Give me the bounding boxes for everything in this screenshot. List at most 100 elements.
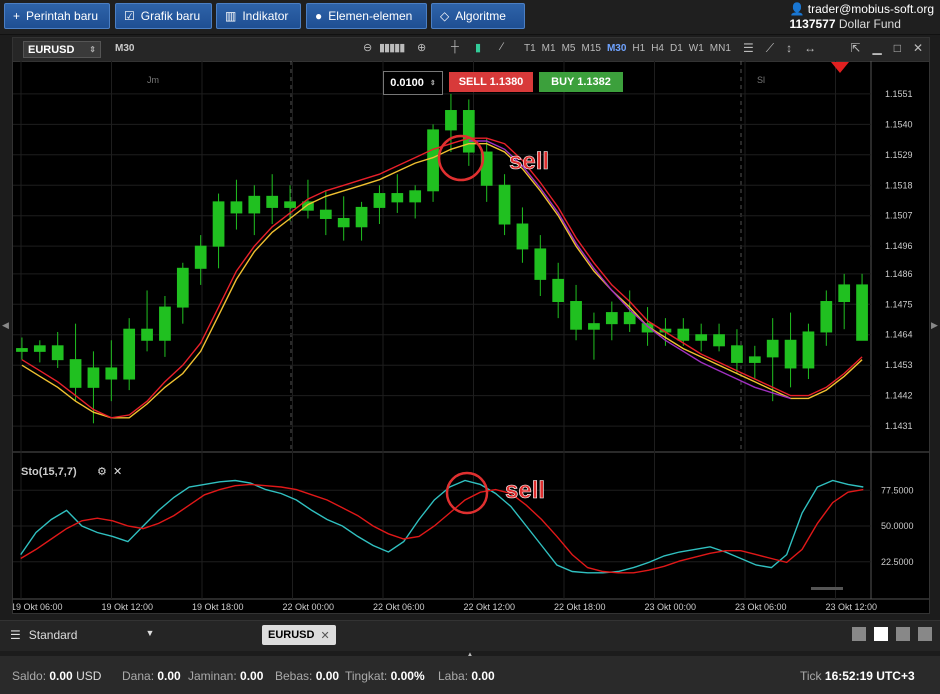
indicator-close-icon[interactable]: ✕ (113, 465, 122, 478)
layout-selector[interactable]: ☰ Standard ▼ (10, 628, 154, 642)
tf-h1[interactable]: H1 (632, 43, 645, 54)
trendline-icon[interactable]: ⟋ (766, 41, 774, 56)
bar-chart-icon[interactable]: ┼ (451, 41, 459, 53)
price-tick-label: 1.1453 (885, 360, 913, 370)
time-tick-label: 23 Okt 12:00 (826, 602, 878, 612)
horizontal-line-icon[interactable]: ↔ (804, 41, 816, 56)
workspace-bar: ☰ Standard ▼ EURUSD ✕ (0, 620, 940, 651)
candle-body (194, 245, 207, 269)
chart-window: EURUSD ⇕ M30 ⊖ ▮▮▮▮▮ ⊕ ┼ ▮ ∕ T1 M1 M5 M15… (12, 37, 930, 614)
horizontal-layout-icon[interactable] (918, 627, 932, 641)
candle-body (141, 328, 153, 341)
candle-body (677, 328, 690, 341)
bebas-label: Bebas: (275, 669, 313, 683)
chart-toolbar: EURUSD ⇕ M30 ⊖ ▮▮▮▮▮ ⊕ ┼ ▮ ∕ T1 M1 M5 M15… (13, 38, 929, 62)
tingkat-value: 0.00% (390, 669, 425, 683)
price-tick-label: 1.1507 (885, 211, 913, 221)
candle-body (820, 301, 833, 333)
osc-tick-label: 50.0000 (881, 521, 914, 531)
candle-body (552, 278, 565, 303)
candle-body (230, 201, 243, 214)
tf-m5[interactable]: M5 (562, 43, 576, 54)
candle-body (284, 201, 296, 208)
tf-m30[interactable]: M30 (607, 43, 626, 54)
bebas-value: 0.00 (315, 669, 340, 683)
utc-offset[interactable]: UTC+3 (876, 669, 914, 683)
candle-body (623, 312, 636, 325)
candle-body (176, 267, 189, 308)
tf-h4[interactable]: H4 (651, 43, 664, 54)
scroll-thumb[interactable] (811, 587, 843, 590)
tick-label: Tick (800, 669, 822, 683)
time-tick-label: 19 Okt 12:00 (102, 602, 154, 612)
account-fund: Dollar Fund (838, 17, 901, 31)
tf-m15[interactable]: M15 (581, 43, 600, 54)
sell-button[interactable]: SELL 1.1380 (449, 72, 533, 92)
time-tick-label: 23 Okt 06:00 (735, 602, 787, 612)
candle-body (641, 323, 654, 333)
new-order-button[interactable]: + Perintah baru (4, 3, 110, 29)
saldo-value: 0.00 (49, 669, 73, 683)
elements-button[interactable]: ● Elemen-elemen (306, 3, 427, 29)
candle-body (802, 331, 815, 369)
bebas: Bebas: 0.00 (275, 669, 339, 683)
candle-body (33, 345, 46, 352)
tf-d1[interactable]: D1 (670, 43, 683, 54)
dana-label: Dana: (122, 669, 155, 683)
left-collapse-icon[interactable]: ◀ (2, 320, 9, 331)
candle-body (766, 339, 779, 358)
layout-name: Standard (28, 628, 78, 642)
single-layout-icon[interactable] (852, 627, 866, 641)
fibonacci-icon[interactable]: ☰ (743, 41, 754, 56)
tf-m1[interactable]: M1 (542, 43, 556, 54)
detach-icon[interactable]: ⇱ (850, 41, 860, 55)
chart-tab[interactable]: EURUSD ✕ (262, 625, 336, 645)
stochastic-line (20, 483, 864, 574)
indicator-button[interactable]: ▥ Indikator (216, 3, 301, 29)
candle-body (748, 356, 761, 363)
account-number: 1137577 (789, 17, 836, 31)
tf-w1[interactable]: W1 (689, 43, 704, 54)
zoom-out-icon[interactable]: ⊖ (363, 41, 372, 54)
buy-button[interactable]: BUY 1.1382 (539, 72, 623, 92)
vertical-line-icon[interactable]: ↕ (786, 41, 792, 56)
settings-icon[interactable]: ⚙ (97, 465, 107, 478)
minimize-icon[interactable]: ▁ (872, 41, 881, 55)
vertical-layout-icon[interactable] (896, 627, 910, 641)
right-collapse-icon[interactable]: ▶ (931, 320, 938, 331)
lot-size-input[interactable]: 0.0100 ⇕ (383, 71, 443, 95)
candle-body (427, 129, 439, 192)
session-label: Sl (757, 75, 765, 85)
tab-label: EURUSD (268, 629, 315, 641)
saldo-label: Saldo: (12, 669, 47, 683)
tf-t1[interactable]: T1 (524, 43, 536, 54)
zoom-in-icon[interactable]: ⊕ (417, 41, 426, 54)
zoom-slider[interactable]: ▮▮▮▮▮ (379, 41, 405, 54)
new-chart-button[interactable]: ☑ Grafik baru (115, 3, 212, 29)
candle-body (445, 110, 457, 131)
price-chart[interactable]: Jm Sl 1.1551 1.1540 1.1529 1.1518 1.1507 1.1496… (13, 61, 929, 614)
algorithm-label: Algoritme (455, 9, 506, 23)
account-info[interactable]: 👤 trader@mobius-soft.org 1137577 Dollar … (789, 2, 934, 32)
close-icon[interactable]: ✕ (913, 41, 923, 55)
laba-value: 0.00 (471, 669, 495, 683)
current-timeframe: M30 (115, 43, 135, 54)
tab-close-icon[interactable]: ✕ (320, 629, 329, 642)
tf-mn1[interactable]: MN1 (710, 43, 731, 54)
indicator-icon: ▥ (225, 9, 237, 23)
top-toolbar: + Perintah baru ☑ Grafik baru ▥ Indikator ●… (0, 0, 940, 35)
price-tick-label: 1.1529 (885, 150, 913, 160)
maximize-icon[interactable]: □ (894, 41, 901, 55)
line-chart-icon[interactable]: ∕ (501, 41, 503, 53)
symbol-label: EURUSD (28, 43, 75, 56)
price-tick-label: 1.1496 (885, 241, 913, 251)
grid-layout-icon[interactable] (874, 627, 888, 641)
candle-body (87, 367, 100, 388)
osc-tick-label: 77.5000 (881, 485, 914, 495)
plus-icon: + (13, 9, 21, 23)
candle-chart-icon[interactable]: ▮ (475, 41, 481, 54)
price-tick-label: 1.1486 (885, 269, 913, 279)
algorithm-button[interactable]: ◇ Algoritme (431, 3, 525, 29)
time-tick-label: 22 Okt 00:00 (283, 602, 335, 612)
symbol-selector[interactable]: EURUSD ⇕ (23, 41, 101, 58)
